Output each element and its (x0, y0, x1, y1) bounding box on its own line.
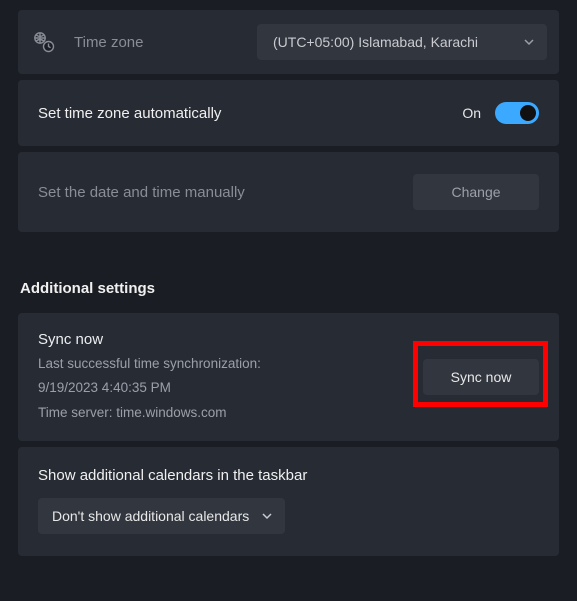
additional-settings-heading: Additional settings (20, 280, 557, 297)
auto-timezone-toggle[interactable] (495, 102, 539, 124)
timezone-left: Time zone (32, 30, 143, 54)
timezone-row: Time zone (UTC+05:00) Islamabad, Karachi (18, 10, 559, 74)
timezone-label: Time zone (74, 34, 143, 51)
auto-timezone-toggle-wrap: On (462, 102, 539, 124)
auto-timezone-state: On (462, 105, 481, 121)
toggle-knob (520, 105, 536, 121)
auto-timezone-row: Set time zone automatically On (18, 80, 559, 146)
calendars-value: Don't show additional calendars (52, 508, 249, 524)
globe-clock-icon (32, 30, 56, 54)
manual-label: Set the date and time manually (38, 184, 245, 201)
sync-now-button[interactable]: Sync now (423, 359, 539, 395)
sync-server: Time server: time.windows.com (38, 403, 261, 423)
chevron-down-icon (261, 510, 273, 522)
sync-last-value: 9/19/2023 4:40:35 PM (38, 378, 261, 398)
calendars-row: Show additional calendars in the taskbar… (18, 447, 559, 556)
sync-row: Sync now Last successful time synchroniz… (18, 313, 559, 441)
sync-left: Sync now Last successful time synchroniz… (38, 331, 261, 423)
change-button[interactable]: Change (413, 174, 539, 210)
calendars-label: Show additional calendars in the taskbar (38, 467, 307, 484)
calendars-dropdown[interactable]: Don't show additional calendars (38, 498, 285, 534)
manual-row: Set the date and time manually Change (18, 152, 559, 232)
chevron-down-icon (523, 36, 535, 48)
timezone-value: (UTC+05:00) Islamabad, Karachi (273, 34, 478, 50)
sync-last-label: Last successful time synchronization: (38, 354, 261, 374)
auto-timezone-label: Set time zone automatically (38, 105, 221, 122)
sync-title: Sync now (38, 331, 261, 348)
timezone-dropdown[interactable]: (UTC+05:00) Islamabad, Karachi (257, 24, 547, 60)
